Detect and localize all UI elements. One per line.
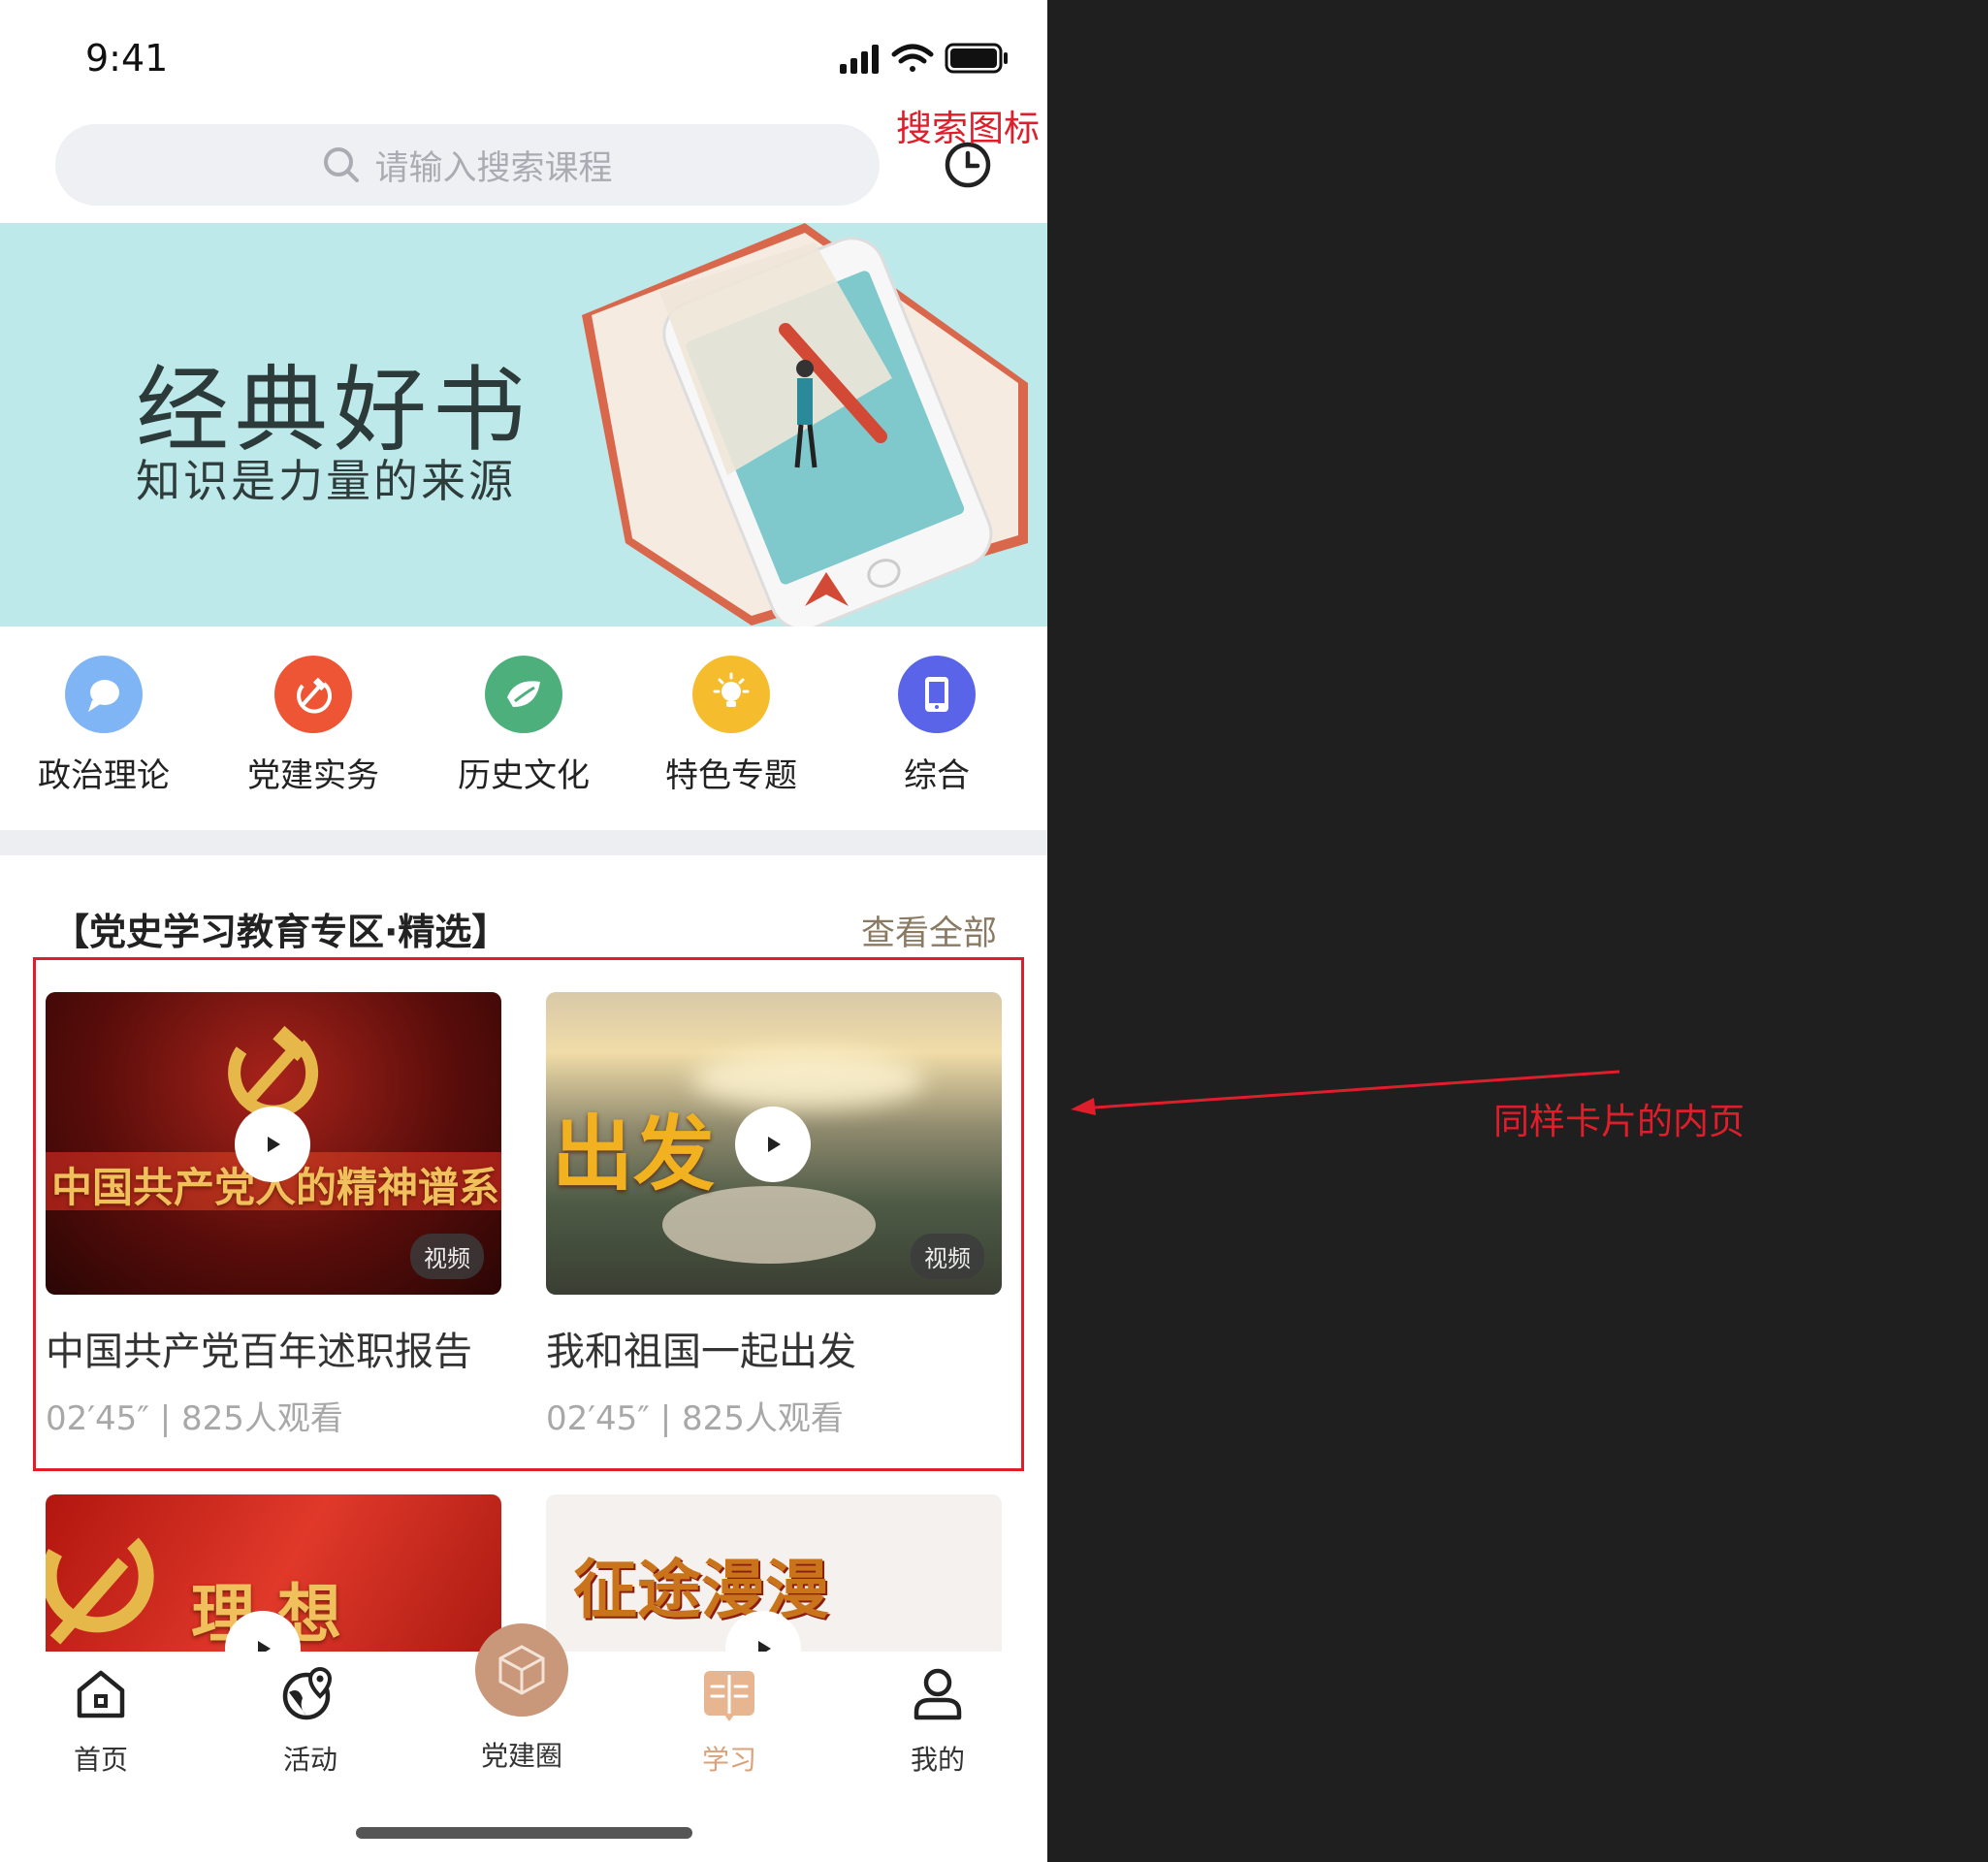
- globe-location-icon: [282, 1666, 333, 1720]
- search-icon: [324, 147, 360, 182]
- cube-icon: [498, 1645, 545, 1695]
- section-title: 【党史学习教育专区·精选】: [52, 911, 509, 953]
- tab-label: 我的: [910, 1744, 965, 1776]
- book-phone-illustration: [582, 223, 1028, 626]
- status-icons: [840, 43, 1008, 74]
- user-icon: [914, 1668, 962, 1720]
- annotation-highlight-box: [33, 957, 1024, 1471]
- leaf-icon: [485, 656, 562, 733]
- lightbulb-icon: [692, 656, 770, 733]
- annotation-search-icon-note: 搜索图标: [896, 108, 1040, 149]
- view-all-link[interactable]: 查看全部: [861, 906, 997, 955]
- chat-bubble-icon: [65, 656, 143, 733]
- wifi-icon: [891, 44, 934, 72]
- tab-label: 党建圈: [480, 1740, 562, 1772]
- tab-home[interactable]: 首页: [23, 1665, 178, 1778]
- tab-activities[interactable]: 活动: [233, 1665, 388, 1778]
- home-icon: [77, 1670, 125, 1718]
- search-input[interactable]: 请输入搜索课程: [55, 124, 880, 206]
- search-placeholder: 请输入搜索课程: [374, 148, 613, 188]
- banner[interactable]: 经典好书 知识是力量的来源: [0, 223, 1047, 626]
- party-emblem-icon: [46, 1537, 154, 1645]
- phone-screen: 9:41 请输入搜索课程 经典好书 知识是力量的来源 政治理论 党建实务 历史文…: [0, 0, 1047, 1862]
- party-circle-button[interactable]: [475, 1623, 568, 1717]
- category-nav: 政治理论 党建实务 历史文化 特色专题 综合: [0, 656, 1047, 801]
- category-item-party-building[interactable]: 党建实务: [226, 656, 401, 796]
- tab-study[interactable]: 学习: [652, 1665, 807, 1778]
- banner-subtitle: 知识是力量的来源: [136, 455, 516, 507]
- annotation-card-note: 同样卡片的内页: [1493, 1101, 1745, 1142]
- home-indicator: [356, 1827, 692, 1839]
- category-label: 历史文化: [458, 756, 590, 795]
- tab-label: 首页: [73, 1744, 128, 1776]
- section-divider: [0, 830, 1047, 855]
- status-time: 9:41: [85, 37, 169, 80]
- category-item-history-culture[interactable]: 历史文化: [436, 656, 611, 796]
- category-label: 党建实务: [247, 756, 379, 795]
- tablet-icon: [898, 656, 976, 733]
- category-item-special-topics[interactable]: 特色专题: [644, 656, 818, 796]
- category-label: 政治理论: [38, 756, 170, 795]
- hammer-sickle-icon: [274, 656, 352, 733]
- category-item-general[interactable]: 综合: [850, 656, 1024, 796]
- category-label: 特色专题: [665, 756, 797, 795]
- category-label: 综合: [904, 756, 970, 795]
- signal-icon: [840, 45, 879, 74]
- tab-label: 学习: [701, 1744, 756, 1776]
- book-icon: [704, 1671, 754, 1721]
- battery-icon: [945, 43, 1008, 74]
- category-item-politics[interactable]: 政治理论: [16, 656, 191, 796]
- tab-label: 活动: [282, 1744, 337, 1776]
- thumbnail-text: 征途漫漫: [573, 1553, 829, 1627]
- tab-profile[interactable]: 我的: [860, 1665, 1015, 1778]
